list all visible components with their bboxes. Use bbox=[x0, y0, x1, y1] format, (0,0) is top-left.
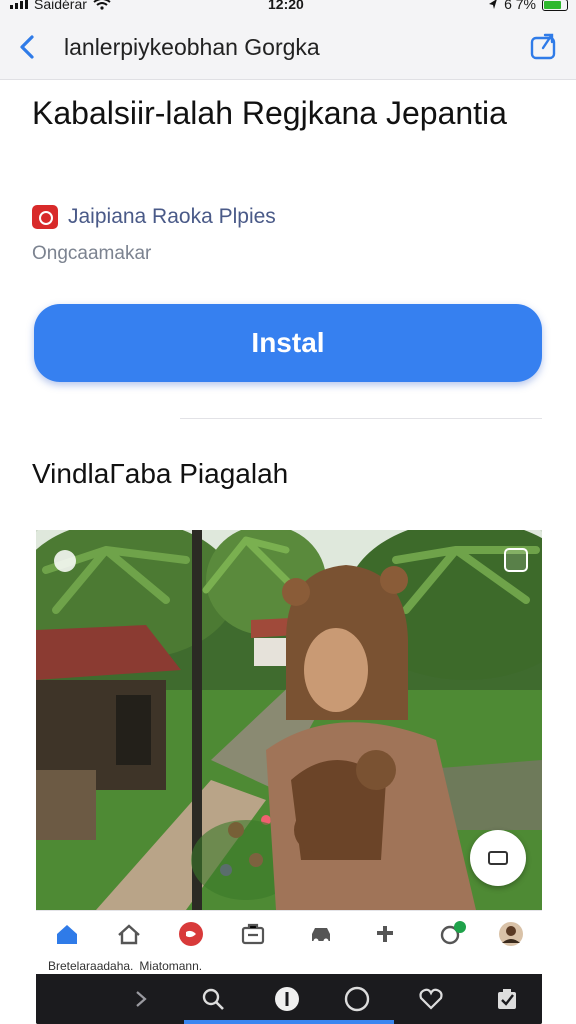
status-bar: Saidérar 12:20 6 7% bbox=[0, 0, 576, 14]
developer-logo-icon bbox=[32, 205, 58, 229]
chat-badge-icon bbox=[438, 919, 468, 949]
divider bbox=[180, 418, 542, 419]
info-icon bbox=[274, 986, 300, 1012]
status-right: 6 7% bbox=[488, 0, 568, 12]
caption-right: Miatomann. bbox=[139, 959, 203, 973]
circle-icon bbox=[344, 986, 370, 1012]
back-button[interactable] bbox=[14, 32, 42, 62]
fullscreen-button[interactable] bbox=[470, 830, 526, 886]
checkbox-icon bbox=[494, 986, 520, 1012]
garden-photo bbox=[36, 530, 542, 910]
active-indicator bbox=[184, 1020, 394, 1024]
chevron-left-icon bbox=[20, 35, 34, 59]
profile-avatar-icon bbox=[496, 919, 526, 949]
puzzle-icon bbox=[370, 919, 400, 949]
screen-icon bbox=[488, 851, 508, 865]
signal-icon bbox=[10, 0, 28, 9]
preview-dark-bar bbox=[36, 974, 542, 1024]
search-icon bbox=[200, 986, 226, 1012]
heart-badge-icon bbox=[176, 919, 206, 949]
chevron-right-icon bbox=[128, 986, 154, 1012]
navigation-bar: lanlerpiykeobhan Gorgka bbox=[0, 14, 576, 80]
install-button[interactable]: Instal bbox=[34, 304, 542, 382]
battery-icon bbox=[542, 0, 568, 11]
expand-icon[interactable] bbox=[504, 548, 528, 572]
home-icon bbox=[52, 919, 82, 949]
share-button[interactable] bbox=[528, 30, 558, 62]
preview-section-title: VindlaΓaba Piagalah bbox=[32, 458, 289, 489]
caption-left: Bretelaraadaha. bbox=[48, 959, 134, 973]
status-time: 12:20 bbox=[268, 0, 304, 12]
app-title: Kabalsiir-lalah Regjkana Jepantia bbox=[32, 95, 507, 131]
location-icon bbox=[489, 0, 497, 9]
store-icon bbox=[238, 919, 268, 949]
status-left: Saidérar bbox=[10, 0, 111, 12]
share-icon bbox=[530, 33, 556, 60]
nav-title: lanlerpiykeobhan Gorgka bbox=[64, 34, 320, 60]
carrier-label: Saidérar bbox=[34, 0, 87, 12]
preview-screenshot[interactable]: Bretelaraadaha. Miatomann. bbox=[36, 530, 542, 1024]
app-category: Ongcaamakar bbox=[32, 243, 152, 264]
heart-icon bbox=[418, 986, 444, 1012]
developer-row[interactable]: Jaipiana Raoka Plpies bbox=[32, 205, 276, 229]
house-icon bbox=[114, 919, 144, 949]
battery-percent: 6 7% bbox=[504, 0, 536, 12]
developer-name[interactable]: Jaipiana Raoka Plpies bbox=[68, 205, 276, 229]
tab-caption: Bretelaraadaha. Miatomann. bbox=[48, 959, 202, 973]
wifi-icon bbox=[93, 0, 111, 10]
preview-tab-bar: Bretelaraadaha. Miatomann. bbox=[36, 910, 542, 974]
car-icon bbox=[306, 919, 336, 949]
photo-indicator-icon bbox=[54, 550, 76, 572]
